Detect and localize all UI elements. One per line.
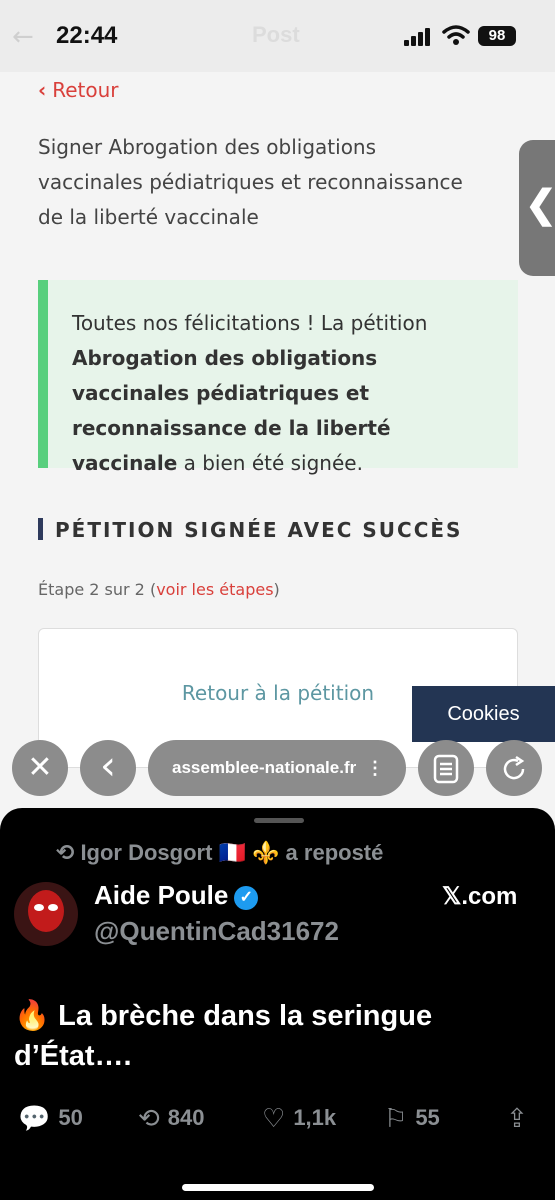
tweet-text: 🔥 La brèche dans la seringue d’État…. bbox=[14, 1000, 433, 1072]
avatar-eye bbox=[34, 904, 44, 911]
like-button[interactable]: ♡ 1,1k bbox=[262, 1104, 336, 1134]
more-options-icon[interactable]: ⋮ bbox=[366, 740, 384, 796]
heading-accent-bar bbox=[38, 518, 43, 540]
back-link-label: Retour bbox=[52, 78, 119, 102]
author-name-row[interactable]: Aide Poule ✓ bbox=[94, 880, 259, 911]
chevron-left-icon: ❮ bbox=[525, 184, 555, 226]
section-heading-text: PÉTITION SIGNÉE AVEC SUCCÈS bbox=[55, 518, 463, 542]
status-bar: ← 22:44 Post 98 bbox=[0, 0, 555, 72]
back-link[interactable]: ‹ Retour bbox=[38, 78, 119, 102]
url-bar[interactable]: assemblee-nationale.fr ⋮ bbox=[148, 740, 406, 796]
reload-button[interactable] bbox=[486, 740, 542, 796]
tweet-actions: 💬 50 ⟲ 840 ♡ 1,1k ⚐ 55 ⇪ bbox=[0, 1104, 555, 1138]
share-button[interactable]: ⇪ bbox=[506, 1104, 536, 1134]
bookmark-icon: ⚐ bbox=[384, 1104, 408, 1134]
reply-icon: 💬 bbox=[18, 1104, 51, 1134]
cookies-button[interactable]: Cookies bbox=[412, 686, 555, 742]
sheet-grabber[interactable] bbox=[254, 818, 304, 823]
close-button[interactable]: ✕ bbox=[12, 740, 68, 796]
avatar[interactable] bbox=[14, 882, 78, 946]
browser-back-button[interactable]: ‹ bbox=[80, 740, 136, 796]
repost-icon: ⟲ bbox=[56, 841, 75, 866]
verified-badge-icon: ✓ bbox=[234, 886, 259, 910]
like-count: 1,1k bbox=[293, 1105, 337, 1130]
section-heading: PÉTITION SIGNÉE AVEC SUCCÈS bbox=[38, 518, 462, 542]
chevron-left-icon: ‹ bbox=[38, 78, 47, 102]
source-label: 𝕏.com bbox=[442, 883, 518, 910]
chevron-left-icon: ‹ bbox=[100, 743, 116, 789]
step-indicator: Étape 2 sur 2 (voir les étapes) bbox=[38, 580, 280, 599]
page-title: Signer Abrogation des obligations vaccin… bbox=[38, 135, 463, 229]
reply-button[interactable]: 💬 50 bbox=[18, 1104, 83, 1134]
avatar-eye bbox=[48, 904, 58, 911]
heart-icon: ♡ bbox=[262, 1104, 286, 1134]
cellular-signal-icon bbox=[404, 28, 434, 46]
reload-icon bbox=[503, 755, 525, 779]
reply-count: 50 bbox=[58, 1105, 83, 1130]
web-page: ‹ Retour Signer Abrogation des obligation… bbox=[0, 72, 555, 768]
success-suffix: a bien été signée. bbox=[183, 451, 363, 475]
view-steps-link[interactable]: voir les étapes bbox=[156, 580, 273, 599]
status-time: 22:44 bbox=[56, 22, 118, 49]
close-icon: ✕ bbox=[27, 750, 53, 785]
bookmark-count: 55 bbox=[415, 1105, 440, 1130]
faded-back-arrow-icon: ← bbox=[12, 22, 34, 52]
repost-icon: ⟲ bbox=[138, 1104, 160, 1134]
share-icon: ⇪ bbox=[506, 1104, 528, 1134]
repost-label: Igor Dosgort 🇫🇷 ⚜️ a reposté bbox=[80, 840, 384, 865]
reader-mode-button[interactable] bbox=[418, 740, 474, 796]
browser-toolbar: ✕ ‹ assemblee-nationale.fr ⋮ bbox=[0, 736, 555, 806]
side-panel-tab[interactable]: ❮ bbox=[519, 140, 555, 276]
success-message: Toutes nos félicitations ! La pétition A… bbox=[72, 306, 492, 481]
repost-count: 840 bbox=[167, 1105, 205, 1130]
author-name: Aide Poule bbox=[94, 880, 229, 910]
avatar-mask bbox=[28, 890, 64, 932]
home-indicator bbox=[182, 1184, 374, 1191]
repost-button[interactable]: ⟲ 840 bbox=[138, 1104, 205, 1134]
bookmark-button[interactable]: ⚐ 55 bbox=[384, 1104, 440, 1134]
url-text: assemblee-nationale.fr bbox=[172, 758, 357, 777]
success-prefix: Toutes nos félicitations ! La pétition bbox=[72, 311, 428, 335]
author-handle[interactable]: @QuentinCad31672 bbox=[94, 916, 339, 947]
step-text: Étape 2 sur 2 ( bbox=[38, 580, 157, 599]
tweet-sheet: ⟲ Igor Dosgort 🇫🇷 ⚜️ a reposté Aide Poule… bbox=[0, 808, 555, 1200]
faded-header-title: Post bbox=[252, 22, 300, 47]
battery-indicator: 98 bbox=[478, 26, 516, 46]
success-alert: Toutes nos félicitations ! La pétition A… bbox=[38, 280, 518, 475]
step-close: ) bbox=[273, 580, 280, 599]
reader-icon bbox=[433, 754, 459, 783]
wifi-icon bbox=[442, 25, 470, 45]
repost-line: ⟲ Igor Dosgort 🇫🇷 ⚜️ a reposté bbox=[56, 840, 383, 866]
